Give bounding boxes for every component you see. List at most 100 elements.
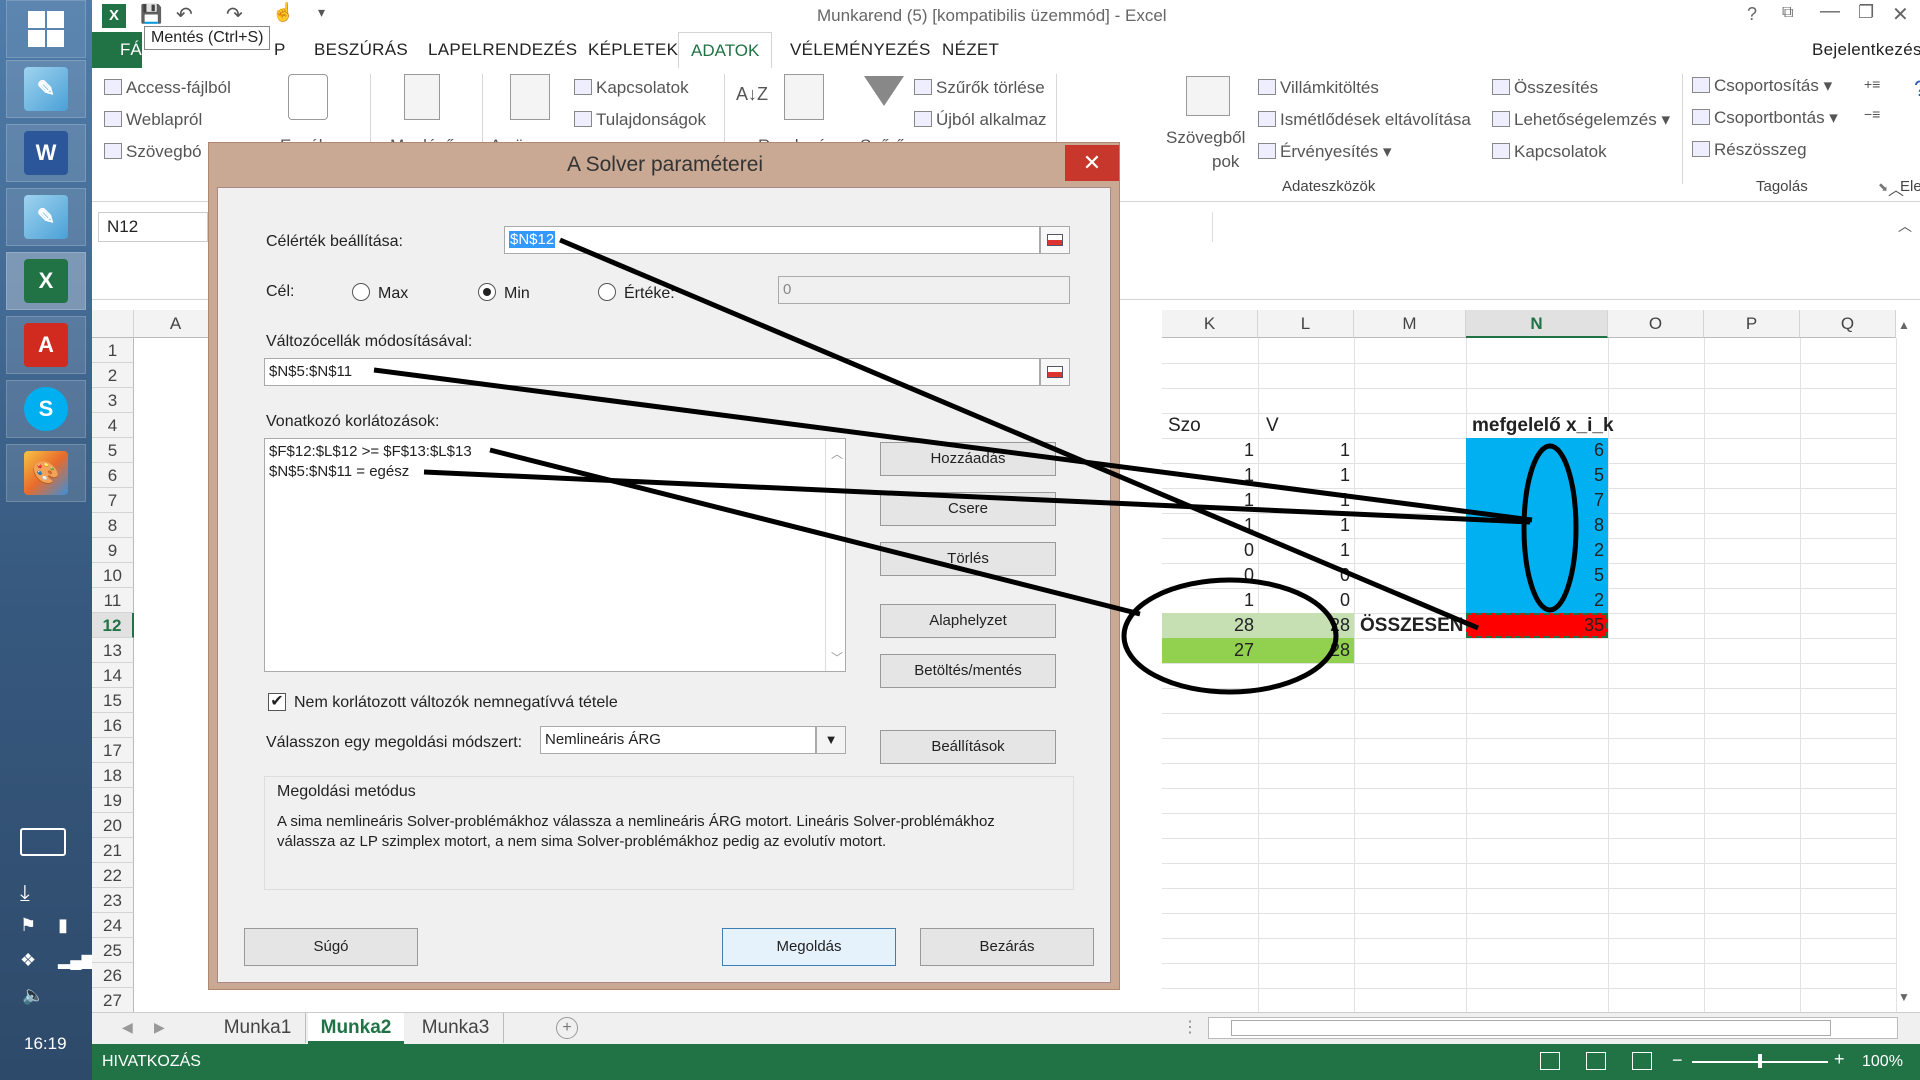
excel-icon[interactable]: X [6,252,86,310]
split-handle-icon[interactable]: ⋮ [1182,1017,1198,1037]
row-header[interactable]: 21 [92,838,134,863]
row-header[interactable]: 2 [92,363,134,388]
solver-icon[interactable]: ? [1914,76,1920,102]
scroll-down-icon[interactable]: ▼ [1898,990,1910,1004]
cell-value[interactable]: 1 [1258,463,1354,488]
ribbon-display-icon[interactable]: ⧉ [1782,4,1793,22]
row-header[interactable]: 15 [92,688,134,713]
flash-fill-button[interactable]: Villámkitöltés [1258,78,1379,98]
cell-value[interactable]: 1 [1258,538,1354,563]
remove-duplicates-button[interactable]: Ismétlődések eltávolítása [1258,110,1471,130]
constraints-list[interactable]: $F$12:$L$12 >= $F$13:$L$13 $N$5:$N$11 = … [264,438,846,672]
radio-min[interactable] [478,283,496,301]
cell-value[interactable]: 8 [1466,513,1608,538]
options-button[interactable]: Beállítások [880,730,1056,764]
row-header[interactable]: 9 [92,538,134,563]
cell-value[interactable]: 1 [1162,588,1258,613]
cell-k12[interactable]: 28 [1162,613,1258,638]
hide-detail-icon[interactable]: −≡ [1864,106,1880,122]
row-header[interactable]: 4 [92,413,134,438]
radio-max[interactable] [352,283,370,301]
redo-icon[interactable]: ↷ [226,2,243,27]
tab-insert[interactable]: BESZÚRÁS [314,40,408,60]
select-all-corner[interactable] [92,310,134,338]
normal-view-icon[interactable] [1540,1052,1560,1070]
cell-value[interactable]: 1 [1162,513,1258,538]
sheet-tab-munka1[interactable]: Munka1 [210,1013,306,1043]
tab-page-layout[interactable]: LAPELRENDEZÉS [428,40,577,60]
from-text-button[interactable]: Szövegbó [104,142,202,162]
next-sheet-icon[interactable]: ▶ [154,1019,165,1036]
touch-mode-icon[interactable]: ☝ [272,2,294,23]
row-header[interactable]: 12 [92,613,134,638]
clear-filters-button[interactable]: Szűrők törlése [914,78,1045,98]
change-constraint-button[interactable]: Csere [880,492,1056,526]
tab-view[interactable]: NÉZET [942,40,999,60]
cell-value[interactable]: 7 [1466,488,1608,513]
clock[interactable]: 16:19 [24,1034,67,1054]
cell-value[interactable]: 2 [1466,588,1608,613]
col-header-q[interactable]: Q [1800,310,1896,338]
sort-az-icon[interactable]: A↓Z [736,84,768,105]
col-header-k[interactable]: K [1162,310,1258,338]
cell-value[interactable]: 0 [1258,588,1354,613]
show-detail-icon[interactable]: +≡ [1864,76,1880,92]
col-header-l[interactable]: L [1258,310,1354,338]
variable-cells-picker[interactable] [1040,358,1070,386]
cell-value[interactable]: 0 [1162,538,1258,563]
col-header-m[interactable]: M [1354,310,1466,338]
prev-sheet-icon[interactable]: ◀ [122,1019,133,1036]
sheet-tab-munka2[interactable]: Munka2 [308,1013,404,1044]
window-close-icon[interactable]: ✕ [1892,2,1909,27]
zoom-in-icon[interactable]: + [1834,1049,1845,1070]
dialog-launcher-icon[interactable]: ⬊ [1878,180,1888,194]
radio-value[interactable] [598,283,616,301]
cell-value[interactable]: 5 [1466,563,1608,588]
connections-button[interactable]: Kapcsolatok [574,78,689,98]
subtotal-button[interactable]: Részösszeg [1692,140,1807,160]
consolidate-button[interactable]: Összesítés [1492,78,1598,98]
page-break-view-icon[interactable] [1632,1052,1652,1070]
row-header[interactable]: 22 [92,863,134,888]
row-header[interactable]: 8 [92,513,134,538]
row-header[interactable]: 14 [92,663,134,688]
tab-file[interactable]: FÁ [92,32,142,68]
scroll-up-icon[interactable]: ︿ [831,445,843,462]
from-web-button[interactable]: Weblapról [104,110,202,130]
row-header[interactable]: 1 [92,338,134,363]
row-header[interactable]: 19 [92,788,134,813]
cell-n12[interactable]: 35 [1466,613,1608,638]
what-if-button[interactable]: Lehetőségelemzés ▾ [1492,110,1670,130]
cell-l4[interactable]: V [1262,413,1283,438]
zoom-out-icon[interactable]: − [1672,1050,1683,1071]
cell-l12[interactable]: 28 [1258,613,1354,638]
row-header[interactable]: 23 [92,888,134,913]
notepad-icon[interactable]: ✎ [6,60,86,118]
zoom-slider-handle[interactable] [1758,1054,1762,1068]
from-access-button[interactable]: Access-fájlból [104,78,231,98]
cell-k13[interactable]: 27 [1162,638,1258,663]
properties-button[interactable]: Tulajdonságok [574,110,706,130]
value-of-input[interactable]: 0 [778,276,1070,304]
formula-input[interactable] [1212,212,1902,242]
restore-icon[interactable]: ❐ [1858,2,1874,23]
scroll-down-icon[interactable]: ﹀ [831,649,843,666]
reapply-button[interactable]: Újból alkalmaz [914,110,1047,130]
reset-all-button[interactable]: Alaphelyzet [880,604,1056,638]
help-button[interactable]: Súgó [244,928,418,966]
cell-value[interactable]: 2 [1466,538,1608,563]
save-icon[interactable]: 💾 [140,4,162,25]
cell-value[interactable]: 1 [1258,488,1354,513]
undo-icon[interactable]: ↶ [176,2,193,27]
row-header[interactable]: 17 [92,738,134,763]
word-icon[interactable]: W [6,124,86,182]
sheet-tab-munka3[interactable]: Munka3 [408,1013,504,1043]
row-header[interactable]: 20 [92,813,134,838]
notepad-icon[interactable]: ✎ [6,188,86,246]
row-header[interactable]: 5 [92,438,134,463]
cell-value[interactable]: 1 [1162,438,1258,463]
skype-icon[interactable]: S [6,380,86,438]
tab-home[interactable]: P [274,40,286,60]
windows-logo-icon[interactable] [6,0,86,58]
constraint-item[interactable]: $N$5:$N$11 = egész [269,463,409,480]
